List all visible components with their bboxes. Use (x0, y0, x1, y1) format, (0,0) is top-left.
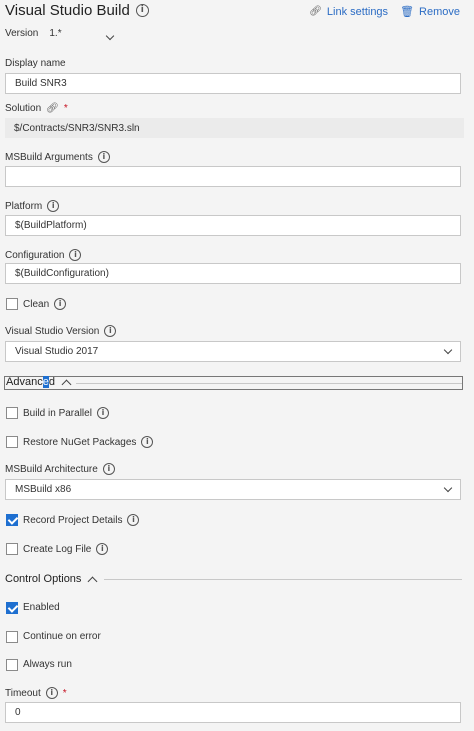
remove-button[interactable]: 🗑︎ Remove (400, 5, 460, 19)
display-name-label-row: Display name (5, 58, 66, 69)
info-icon[interactable]: i (135, 4, 149, 17)
info-icon[interactable]: i (141, 436, 154, 448)
solution-value: $/Contracts/SNR3/SNR3.sln (14, 122, 140, 134)
configuration-input[interactable]: $(BuildConfiguration) (5, 263, 461, 284)
vs-version-label-row: Visual Studio Version i (5, 325, 117, 337)
control-options-divider (104, 579, 462, 580)
display-name-label: Display name (5, 58, 66, 69)
info-icon[interactable]: i (102, 463, 115, 475)
link-icon: 🔗︎ (309, 6, 322, 17)
info-icon[interactable]: i (45, 687, 58, 699)
advanced-title-part: d (48, 376, 55, 388)
info-icon[interactable]: i (96, 543, 109, 555)
record-project-details-checkbox[interactable] (6, 514, 18, 526)
platform-label: Platform (5, 200, 43, 212)
info-icon[interactable]: i (104, 325, 117, 337)
chevron-up-icon[interactable] (87, 576, 98, 586)
always-run-row: Always run (23, 659, 72, 670)
enabled-label: Enabled (23, 602, 60, 613)
msbuild-arch-value: MSBuild x86 (15, 484, 72, 495)
vs-version-label: Visual Studio Version (5, 325, 100, 337)
create-log-file-checkbox[interactable] (6, 543, 18, 555)
control-options-header[interactable]: Control Options (5, 573, 98, 586)
link-settings-button[interactable]: 🔗︎ Link settings (309, 5, 388, 18)
link-settings-label: Link settings (326, 5, 389, 18)
remove-icon: 🗑︎ (400, 6, 415, 18)
continue-on-error-row: Continue on error (23, 631, 101, 642)
display-name-value: Build SNR3 (15, 78, 67, 89)
vs-version-value: Visual Studio 2017 (15, 346, 99, 357)
msbuild-arch-label-row: MSBuild Architecture i (5, 463, 115, 475)
required-marker: * (62, 687, 67, 699)
platform-input[interactable]: $(BuildPlatform) (5, 215, 461, 236)
build-in-parallel-label: Build in Parallel (23, 407, 92, 419)
solution-label-row: Solution 🔗︎ * (5, 103, 68, 114)
advanced-title-part: Advanc (6, 376, 43, 388)
version-value[interactable]: 1.* (49, 28, 61, 39)
control-options-title: Control Options (5, 573, 82, 585)
platform-label-row: Platform i (5, 200, 60, 212)
platform-value: $(BuildPlatform) (15, 220, 87, 231)
create-log-file-row: Create Log File i (23, 543, 109, 555)
version-row: Version 1.* (5, 28, 62, 39)
timeout-label: Timeout (5, 687, 41, 699)
remove-label: Remove (419, 5, 460, 18)
info-icon[interactable]: i (127, 514, 140, 526)
continue-on-error-checkbox[interactable] (6, 631, 18, 643)
enabled-checkbox[interactable] (6, 602, 18, 614)
always-run-label: Always run (23, 659, 72, 670)
clean-label-row: Clean i (23, 298, 67, 310)
configuration-label-row: Configuration i (5, 249, 82, 261)
info-icon[interactable]: i (47, 200, 60, 212)
info-icon[interactable]: i (96, 407, 109, 419)
timeout-value: 0 (15, 707, 21, 718)
msbuild-args-label-row: MSBuild Arguments i (5, 151, 110, 163)
info-icon[interactable]: i (54, 298, 67, 310)
msbuild-arch-label: MSBuild Architecture (5, 463, 98, 475)
create-log-file-label: Create Log File (23, 543, 92, 555)
timeout-label-row: Timeout i * (5, 687, 67, 699)
configuration-value: $(BuildConfiguration) (15, 268, 109, 279)
advanced-title-row: Advanced (6, 376, 72, 389)
always-run-checkbox[interactable] (6, 659, 18, 671)
info-icon[interactable]: i (97, 151, 110, 163)
task-title-text: Visual Studio Build (5, 2, 130, 19)
version-label: Version (5, 28, 39, 39)
configuration-label: Configuration (5, 249, 65, 261)
solution-label: Solution (5, 103, 42, 114)
chevron-up-icon[interactable] (61, 379, 72, 389)
record-project-details-row: Record Project Details i (23, 514, 140, 526)
msbuild-args-label: MSBuild Arguments (5, 151, 93, 163)
header-actions: 🔗︎ Link settings 🗑︎ Remove (309, 5, 460, 19)
chevron-down-icon (443, 483, 453, 493)
chevron-down-icon (105, 31, 115, 41)
continue-on-error-label: Continue on error (23, 631, 101, 642)
build-in-parallel-row: Build in Parallel i (23, 407, 109, 419)
advanced-divider (76, 383, 462, 384)
msbuild-arch-select[interactable]: MSBuild x86 (5, 479, 461, 500)
clean-label: Clean (23, 298, 50, 310)
record-project-details-label: Record Project Details (23, 514, 123, 526)
task-title: Visual Studio Build i (5, 2, 149, 19)
msbuild-args-input[interactable] (5, 166, 461, 187)
vs-version-select[interactable]: Visual Studio 2017 (5, 341, 461, 362)
enabled-row: Enabled (23, 602, 60, 613)
restore-nuget-checkbox[interactable] (6, 436, 18, 448)
timeout-input[interactable]: 0 (5, 702, 461, 723)
restore-nuget-row: Restore NuGet Packages i (23, 436, 154, 448)
chevron-down-icon (443, 345, 453, 355)
build-in-parallel-checkbox[interactable] (6, 407, 18, 419)
required-marker: * (63, 103, 68, 114)
display-name-input[interactable]: Build SNR3 (5, 73, 461, 94)
restore-nuget-label: Restore NuGet Packages (23, 436, 137, 448)
clean-checkbox[interactable] (6, 298, 18, 310)
info-icon[interactable]: i (69, 249, 82, 261)
version-dropdown[interactable] (105, 26, 115, 44)
advanced-title: Advanced (6, 376, 55, 388)
solution-field: $/Contracts/SNR3/SNR3.sln (5, 118, 464, 138)
link-icon: 🔗︎ (46, 103, 59, 114)
